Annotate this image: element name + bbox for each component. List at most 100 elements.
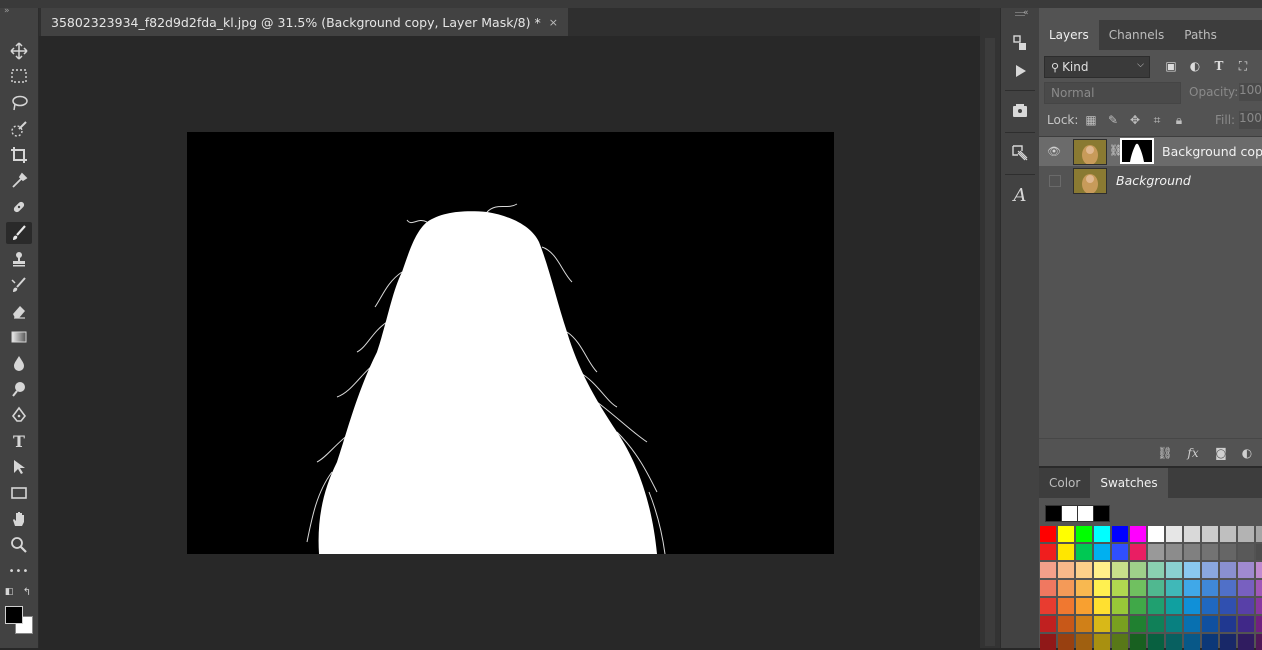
color-swatch[interactable] (1076, 580, 1092, 596)
color-swatch[interactable] (1220, 580, 1236, 596)
color-swatch[interactable] (1256, 580, 1262, 596)
color-swatch[interactable] (1166, 598, 1182, 614)
collapse-panels-icon[interactable]: « (1023, 8, 1029, 18)
layer-mask-image[interactable] (187, 132, 834, 555)
color-swatch[interactable] (1040, 616, 1056, 632)
eyedropper-icon[interactable] (6, 170, 32, 192)
color-swatch[interactable] (1184, 580, 1200, 596)
clone-stamp-icon[interactable] (6, 248, 32, 270)
color-swatch[interactable] (1094, 616, 1110, 632)
lock-position-icon[interactable]: ✥ (1127, 112, 1143, 128)
color-swatch[interactable] (1238, 562, 1254, 578)
color-swatch[interactable] (1256, 598, 1262, 614)
more-tools-icon[interactable]: ••• (6, 560, 32, 582)
color-swatch[interactable] (1238, 544, 1254, 560)
filter-adjustment-icon[interactable]: ◐ (1187, 58, 1203, 74)
filter-pixel-icon[interactable]: ▣ (1163, 58, 1179, 74)
color-swatch[interactable] (1220, 616, 1236, 632)
type-icon[interactable]: T (6, 430, 32, 452)
dodge-icon[interactable] (6, 378, 32, 400)
color-swatch[interactable] (1166, 526, 1182, 542)
color-swatch[interactable] (1130, 598, 1146, 614)
recent-swatch[interactable] (1045, 505, 1062, 522)
visibility-toggle-empty[interactable] (1049, 175, 1061, 187)
lock-artboard-icon[interactable]: ⌗ (1149, 112, 1165, 128)
lasso-icon[interactable] (6, 92, 32, 114)
blend-mode-dropdown[interactable]: Normal (1044, 82, 1181, 104)
layer-mask-thumbnail[interactable] (1120, 138, 1154, 164)
color-swatch[interactable] (1076, 562, 1092, 578)
color-swatch[interactable] (1112, 598, 1128, 614)
color-swatch[interactable] (1202, 562, 1218, 578)
panel-grip-icon[interactable]: » (4, 6, 10, 16)
color-swatch[interactable] (1058, 616, 1074, 632)
color-swatch[interactable] (1148, 616, 1164, 632)
color-swatch[interactable] (1130, 562, 1146, 578)
color-swatch[interactable] (1202, 544, 1218, 560)
lock-image-icon[interactable]: ✎ (1105, 112, 1121, 128)
color-swatch[interactable] (1238, 526, 1254, 542)
color-swatch[interactable] (1184, 526, 1200, 542)
color-swatch[interactable] (1058, 526, 1074, 542)
filter-type-icon[interactable]: T (1211, 58, 1227, 74)
eraser-icon[interactable] (6, 300, 32, 322)
color-swatch[interactable] (1202, 616, 1218, 632)
add-mask-icon[interactable]: ◙ (1213, 445, 1229, 461)
color-swatch[interactable] (1058, 544, 1074, 560)
color-swatch[interactable] (1094, 544, 1110, 560)
color-swatch[interactable] (1184, 544, 1200, 560)
color-swatch[interactable] (1040, 562, 1056, 578)
color-swatch[interactable] (1220, 598, 1236, 614)
color-swatch[interactable] (1148, 562, 1164, 578)
recent-swatch[interactable] (1093, 505, 1110, 522)
color-swatch[interactable] (1058, 580, 1074, 596)
mask-link-icon[interactable]: ⛓︎ (1109, 144, 1123, 158)
opacity-field[interactable]: 100 (1239, 83, 1262, 101)
layer-name[interactable]: Background (1116, 173, 1191, 188)
color-swatch[interactable] (1220, 562, 1236, 578)
color-swatch[interactable] (1040, 526, 1056, 542)
color-swatch[interactable] (1040, 598, 1056, 614)
recent-swatch[interactable] (1061, 505, 1078, 522)
canvas-vertical-scrollbar[interactable] (980, 8, 1000, 648)
lock-all-icon[interactable]: 🔒︎ (1171, 112, 1187, 128)
libraries-icon[interactable] (1007, 98, 1033, 124)
color-swatch[interactable] (1076, 544, 1092, 560)
quick-select-icon[interactable] (6, 118, 32, 140)
color-swatch[interactable] (1058, 562, 1074, 578)
color-swatch[interactable] (1148, 598, 1164, 614)
color-swatch[interactable] (1220, 526, 1236, 542)
adjustment-layer-icon[interactable]: ◐ (1239, 445, 1255, 461)
color-swatch[interactable] (1094, 562, 1110, 578)
document-tab[interactable]: 35802323934_f82d9d2fda_kl.jpg @ 31.5% (B… (41, 8, 568, 36)
color-swatch[interactable] (1076, 526, 1092, 542)
blur-icon[interactable] (6, 352, 32, 374)
layer-row-background-copy[interactable]: 👁︎ ⛓︎ Background copy (1039, 137, 1262, 166)
color-swatch[interactable] (1202, 580, 1218, 596)
color-swatch[interactable] (1040, 580, 1056, 596)
color-swatch[interactable] (1148, 526, 1164, 542)
color-swatch[interactable] (1202, 598, 1218, 614)
color-swatch[interactable] (1238, 580, 1254, 596)
color-swatch[interactable] (1238, 598, 1254, 614)
crop-icon[interactable] (6, 144, 32, 166)
color-swatch[interactable] (1166, 580, 1182, 596)
color-swatch[interactable] (1130, 526, 1146, 542)
gradient-icon[interactable] (6, 326, 32, 348)
hand-icon[interactable] (6, 508, 32, 530)
link-layers-icon[interactable]: ⛓︎ (1157, 445, 1173, 461)
color-swatch[interactable] (1184, 616, 1200, 632)
tab-paths[interactable]: Paths (1174, 20, 1227, 50)
layer-name[interactable]: Background copy (1162, 144, 1262, 159)
marquee-icon[interactable] (6, 65, 32, 87)
color-swatch[interactable] (1184, 562, 1200, 578)
color-swatch[interactable] (1202, 526, 1218, 542)
color-swatch[interactable] (1040, 544, 1056, 560)
color-swatch[interactable] (1112, 616, 1128, 632)
close-tab-icon[interactable]: × (549, 16, 558, 29)
color-swatch[interactable] (1076, 598, 1092, 614)
tab-color[interactable]: Color (1039, 468, 1090, 498)
color-swatch[interactable] (1256, 616, 1262, 632)
lock-transparent-icon[interactable]: ▦ (1083, 112, 1099, 128)
default-colors-icon[interactable]: ◧ (2, 586, 16, 598)
